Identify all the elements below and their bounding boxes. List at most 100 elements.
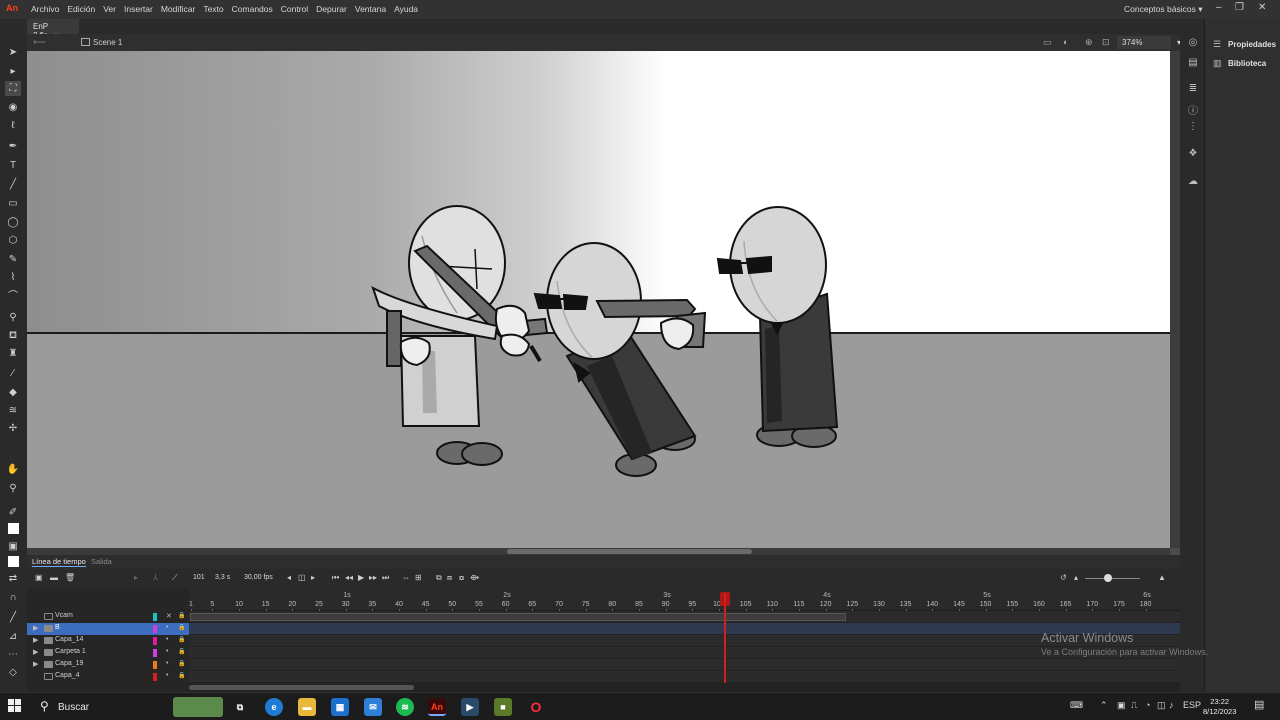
lock-icon[interactable]: 🔒 bbox=[178, 612, 185, 619]
smooth-option-icon[interactable]: ╱ bbox=[5, 610, 21, 625]
close-icon[interactable]: ✕ bbox=[1258, 2, 1266, 13]
frame-row[interactable] bbox=[189, 623, 1180, 635]
menu-ayuda[interactable]: Ayuda bbox=[393, 4, 425, 14]
expand-arrow-icon[interactable]: ▶ bbox=[33, 636, 38, 644]
menu-comandos[interactable]: Comandos bbox=[231, 4, 280, 14]
restore-icon[interactable]: ❐ bbox=[1235, 2, 1244, 13]
document-tab[interactable]: EnP 2.fla× bbox=[27, 19, 79, 40]
layer-color-swatch[interactable] bbox=[153, 673, 157, 681]
layer-color-swatch[interactable] bbox=[153, 625, 157, 633]
store-icon[interactable]: ▦ bbox=[331, 698, 349, 716]
layer-color-swatch[interactable] bbox=[153, 649, 157, 657]
app-icon[interactable]: ▶ bbox=[461, 698, 479, 716]
tab-timeline[interactable]: Línea de tiempo bbox=[32, 557, 86, 567]
graph-icon[interactable]: ⟋ bbox=[172, 573, 178, 583]
step-forward-icon[interactable]: ▸▸ bbox=[369, 573, 377, 582]
playhead[interactable] bbox=[724, 593, 726, 685]
menu-ventana[interactable]: Ventana bbox=[354, 4, 393, 14]
library-tab[interactable]: Biblioteca bbox=[1228, 59, 1266, 68]
workspace-selector[interactable]: Conceptos básicos ▾ bbox=[1124, 4, 1202, 15]
tray-app-icon[interactable]: ▣ bbox=[1117, 700, 1126, 711]
creative-cloud-icon[interactable]: ☁ bbox=[1186, 176, 1200, 190]
frame-row[interactable] bbox=[189, 647, 1180, 659]
timeline-scroll-thumb[interactable] bbox=[189, 685, 414, 690]
asset-warp-tool-icon[interactable]: ✢ bbox=[5, 421, 21, 436]
menu-modificar[interactable]: Modificar bbox=[160, 4, 202, 14]
keyboard-icon[interactable]: ⌨ bbox=[1070, 700, 1083, 711]
language-indicator[interactable]: ESP bbox=[1183, 700, 1201, 710]
visibility-dot-icon[interactable]: • bbox=[166, 624, 168, 631]
clock[interactable]: 23:22 8/12/2023 bbox=[1203, 697, 1236, 717]
zoom-tool-icon[interactable]: ⚲ bbox=[5, 481, 21, 496]
transform-grid-icon[interactable]: ⋮ bbox=[1186, 121, 1200, 135]
paint-brush-tool-icon[interactable]: ⌇ bbox=[5, 270, 21, 285]
brush-tool-icon[interactable]: ⌒ bbox=[5, 289, 21, 304]
eraser-tool-icon[interactable]: ◆ bbox=[5, 385, 21, 400]
task-view-icon[interactable]: ⧉ bbox=[231, 698, 249, 716]
fill-color-icon[interactable] bbox=[5, 554, 21, 569]
zoom-out-icon[interactable]: ▴ bbox=[1074, 573, 1078, 582]
zoom-in-icon[interactable]: ▲ bbox=[1158, 573, 1166, 582]
prev-keyframe-icon[interactable]: ◂ bbox=[287, 573, 291, 582]
layer-row[interactable]: ▶ B • 🔒 bbox=[27, 623, 189, 635]
step-back-icon[interactable]: ◂◂ bbox=[345, 573, 353, 582]
tween-icon[interactable]: ⟴ bbox=[470, 573, 479, 582]
free-transform-tool-icon[interactable]: ⛶ bbox=[5, 81, 21, 96]
notifications-icon[interactable]: ▤ bbox=[1254, 698, 1264, 711]
object-drawing-icon[interactable]: ▣ bbox=[5, 539, 21, 554]
frame-row[interactable] bbox=[189, 635, 1180, 647]
center-frame-icon[interactable]: ↺ bbox=[1060, 573, 1067, 582]
file-explorer-icon[interactable]: ▬ bbox=[298, 698, 316, 716]
new-layer-icon[interactable]: ▣ bbox=[35, 573, 43, 582]
timeline-zoom-slider[interactable] bbox=[1085, 578, 1140, 579]
go-last-frame-icon[interactable]: ⏭ bbox=[382, 573, 389, 583]
menu-edicion[interactable]: Edición bbox=[66, 4, 102, 14]
hand-tool-icon[interactable]: ✋ bbox=[5, 462, 21, 477]
snap-magnet-icon[interactable]: ∩ bbox=[5, 590, 21, 605]
layer-row[interactable]: Vcam ✕ 🔒 bbox=[27, 611, 189, 623]
spotify-icon[interactable]: ≋ bbox=[396, 698, 414, 716]
layer-color-swatch[interactable] bbox=[153, 637, 157, 645]
zoom-select[interactable]: 374% ▾ bbox=[1117, 36, 1181, 49]
menu-insertar[interactable]: Insertar bbox=[123, 4, 160, 14]
rectangle-tool-icon[interactable]: ▭ bbox=[5, 196, 21, 211]
edge-icon[interactable]: e bbox=[265, 698, 283, 716]
stage-vertical-scrollbar[interactable] bbox=[1170, 51, 1180, 548]
go-first-frame-icon[interactable]: ⏮ bbox=[332, 573, 339, 583]
minimize-icon[interactable]: – bbox=[1216, 2, 1222, 13]
lock-icon[interactable]: 🔒 bbox=[178, 660, 185, 667]
hidden-icon[interactable]: ✕ bbox=[166, 612, 172, 620]
lock-icon[interactable]: 🔒 bbox=[178, 624, 185, 631]
delete-layer-icon[interactable]: 🗑 bbox=[65, 573, 75, 582]
camera-toggle-icon[interactable]: ▸ bbox=[134, 573, 138, 582]
bone-tool-icon[interactable]: ⚲ bbox=[5, 310, 21, 325]
frame-span[interactable] bbox=[190, 613, 846, 621]
layer-color-swatch[interactable] bbox=[153, 613, 157, 621]
lock-icon[interactable]: 🔒 bbox=[178, 648, 185, 655]
stroke-color-icon[interactable]: ✐ bbox=[5, 505, 21, 520]
animate-app-icon[interactable]: An bbox=[428, 698, 446, 716]
location-icon[interactable]: ◔ bbox=[1145, 700, 1150, 710]
taskbar-search[interactable]: ⚲ Buscar bbox=[30, 695, 230, 719]
timeline-scrollbar[interactable] bbox=[189, 683, 1180, 692]
windows-start-icon[interactable] bbox=[8, 699, 22, 713]
expand-arrow-icon[interactable]: ▶ bbox=[33, 660, 38, 668]
option-icon[interactable]: ⋯ bbox=[5, 647, 21, 662]
expand-arrow-icon[interactable]: ▶ bbox=[33, 624, 38, 632]
menu-archivo[interactable]: Archivo bbox=[30, 4, 66, 14]
menu-depurar[interactable]: Depurar bbox=[315, 4, 354, 14]
loop-icon[interactable]: ⇔ bbox=[402, 573, 410, 582]
ink-bottle-tool-icon[interactable]: ♜ bbox=[5, 346, 21, 361]
frame-row[interactable] bbox=[189, 611, 1180, 623]
width-tool-icon[interactable]: ≋ bbox=[5, 403, 21, 418]
network-status-icon[interactable]: ◫ bbox=[1157, 700, 1166, 711]
paint-bucket-tool-icon[interactable]: ⛾ bbox=[5, 328, 21, 343]
text-tool-icon[interactable]: T bbox=[5, 158, 21, 173]
selection-tool-icon[interactable]: ➤ bbox=[5, 45, 21, 60]
next-keyframe-icon[interactable]: ▸ bbox=[311, 573, 315, 582]
parenting-icon[interactable]: ⅄ bbox=[153, 573, 158, 582]
3d-rotation-tool-icon[interactable]: ◉ bbox=[5, 100, 21, 115]
align-panel-icon[interactable]: ≣ bbox=[1186, 83, 1200, 97]
fit-icon[interactable]: ⊡ bbox=[1102, 37, 1110, 48]
timeline-zoom-handle[interactable] bbox=[1104, 574, 1112, 582]
